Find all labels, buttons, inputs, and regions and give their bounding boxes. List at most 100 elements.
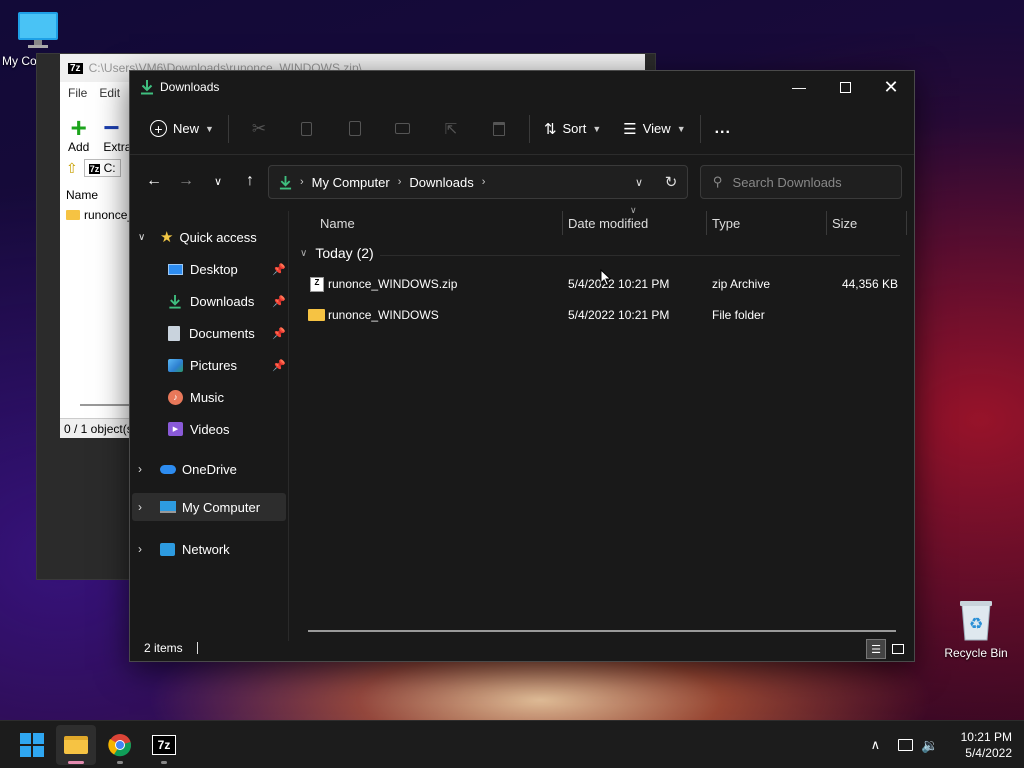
arrow-up-icon: ↑ [246, 172, 254, 189]
trash-icon [492, 121, 505, 136]
desktop-icon-recycle-bin[interactable]: ♻ Recycle Bin [940, 598, 1012, 660]
view-button[interactable]: ☰ View ▼ [615, 114, 693, 144]
pin-icon: 📌 [272, 359, 286, 372]
sidebar-item-my-computer[interactable]: › My Computer [132, 493, 286, 521]
refresh-button[interactable]: ↻ [655, 166, 687, 198]
delete-button[interactable] [475, 113, 523, 145]
menu-file[interactable]: File [68, 86, 87, 100]
taskbar-file-explorer[interactable] [56, 725, 96, 765]
column-header-type[interactable]: Type [712, 207, 740, 239]
details-view-button[interactable]: ☰ [866, 639, 886, 659]
explorer-window[interactable]: Downloads — ✕ + New ▼ ✂ ⇱ ⇅ Sort ▼ ☰ Vie… [129, 70, 915, 662]
column-divider[interactable] [906, 211, 907, 235]
group-header-today[interactable]: ∨ Today (2) [300, 245, 374, 261]
sidebar-item-label: My Computer [182, 499, 261, 515]
up-button[interactable]: ↑ [234, 165, 266, 197]
address-actions: ∨ ↻ [623, 166, 687, 198]
forward-button[interactable]: → [170, 165, 202, 197]
column-header-size[interactable]: Size [832, 207, 857, 239]
chevron-right-icon[interactable]: › [300, 176, 304, 188]
tiles-view-button[interactable] [888, 639, 908, 659]
system-tray: ∧ 🔉 10:21 PM 5/4/2022 [871, 721, 1012, 768]
recent-locations-button[interactable]: ∨ [202, 165, 234, 197]
address-bar[interactable]: › My Computer › Downloads › ∨ ↻ [268, 165, 688, 199]
sidebar-item-quick-access[interactable]: ∨ ★ Quick access [138, 223, 257, 251]
more-options-button[interactable]: ... [707, 114, 739, 144]
sidebar-item-pictures[interactable]: Pictures 📌 [168, 351, 288, 379]
sort-button[interactable]: ⇅ Sort ▼ [536, 114, 609, 144]
sidebar-item-network[interactable]: › Network [138, 535, 230, 563]
search-box[interactable]: ⚲ Search Downloads [700, 165, 902, 199]
monitor-icon [18, 12, 58, 48]
breadcrumb-my-computer[interactable]: My Computer [312, 175, 390, 190]
cloud-icon [160, 464, 176, 474]
menu-edit[interactable]: Edit [99, 86, 120, 100]
column-header-name[interactable]: Name [320, 207, 355, 239]
desktop-icon-label: Recycle Bin [944, 646, 1008, 660]
chevron-right-icon[interactable]: › [482, 176, 486, 188]
navigation-pane: ∨ ★ Quick access Desktop 📌 Downloads 📌 D… [130, 207, 288, 627]
sidebar-item-downloads[interactable]: Downloads 📌 [168, 287, 288, 315]
sidebar-item-label: Music [190, 389, 224, 405]
new-button[interactable]: + New ▼ [142, 114, 222, 143]
group-header-label: Today (2) [315, 245, 374, 261]
music-icon: ♪ [168, 389, 183, 405]
taskbar-7zip[interactable]: 7z [144, 725, 184, 765]
share-button[interactable]: ⇱ [427, 113, 475, 145]
table-row[interactable]: runonce_WINDOWS 5/4/2022 10:21 PM File f… [304, 300, 904, 330]
sidebar-item-desktop[interactable]: Desktop 📌 [168, 255, 288, 283]
explorer-titlebar[interactable]: Downloads — ✕ [130, 71, 914, 103]
cut-button[interactable]: ✂ [235, 113, 283, 145]
close-button[interactable]: ✕ [868, 71, 914, 103]
chevron-right-icon[interactable]: › [398, 176, 402, 188]
chevron-down-icon: ▼ [205, 123, 214, 134]
sevenzip-address[interactable]: 7z C: [83, 159, 121, 177]
command-bar: + New ▼ ✂ ⇱ ⇅ Sort ▼ ☰ View ▼ ... [130, 103, 914, 155]
sidebar-item-documents[interactable]: Documents 📌 [168, 319, 288, 347]
refresh-icon: ↻ [664, 174, 678, 191]
plus-icon: + [70, 112, 87, 143]
chevron-right-icon[interactable]: › [138, 542, 152, 556]
start-button[interactable] [12, 725, 52, 765]
maximize-button[interactable] [822, 71, 868, 103]
folder-icon [308, 309, 325, 321]
column-divider[interactable] [706, 211, 707, 235]
search-input[interactable]: Search Downloads [733, 175, 842, 190]
volume-icon[interactable]: 🔉 [921, 737, 938, 754]
file-date: 5/4/2022 10:21 PM [568, 308, 670, 322]
chevron-down-icon: ▼ [676, 123, 686, 134]
sidebar-item-videos[interactable]: ▶ Videos [168, 415, 230, 443]
breadcrumb-downloads[interactable]: Downloads [409, 175, 473, 190]
sevenzip-address-text: C: [103, 161, 116, 175]
chrome-icon [108, 734, 132, 757]
address-history-button[interactable]: ∨ [623, 166, 655, 198]
chevron-down-icon[interactable]: ∨ [138, 232, 152, 243]
column-divider[interactable] [562, 211, 563, 235]
pane-divider[interactable] [288, 211, 289, 641]
file-type: File folder [712, 308, 765, 322]
network-icon [160, 542, 175, 556]
copy-button[interactable] [283, 113, 331, 145]
sidebar-item-label: Network [182, 541, 230, 557]
status-divider [196, 642, 198, 654]
back-button[interactable]: ← [138, 165, 170, 197]
windows-logo-icon [20, 733, 44, 757]
rename-button[interactable] [379, 113, 427, 145]
paste-button[interactable] [331, 113, 379, 145]
chevron-up-icon[interactable]: ∧ [871, 737, 881, 753]
add-button[interactable]: + Add [68, 112, 89, 155]
taskbar-chrome[interactable] [100, 725, 140, 765]
clock[interactable]: 10:21 PM 5/4/2022 [961, 729, 1012, 761]
sidebar-item-onedrive[interactable]: › OneDrive [138, 455, 237, 483]
horizontal-scrollbar[interactable] [308, 630, 896, 632]
sidebar-item-music[interactable]: ♪ Music [168, 383, 224, 411]
column-divider[interactable] [826, 211, 827, 235]
running-indicator [68, 761, 84, 764]
minimize-button[interactable]: — [776, 71, 822, 103]
chevron-right-icon[interactable]: › [138, 462, 152, 476]
up-folder-icon[interactable]: ⇧ [66, 160, 78, 177]
network-status-icon[interactable] [898, 739, 914, 751]
chevron-right-icon[interactable]: › [138, 500, 152, 514]
pictures-icon [168, 358, 183, 372]
extract-button[interactable]: − Extra [103, 114, 131, 155]
